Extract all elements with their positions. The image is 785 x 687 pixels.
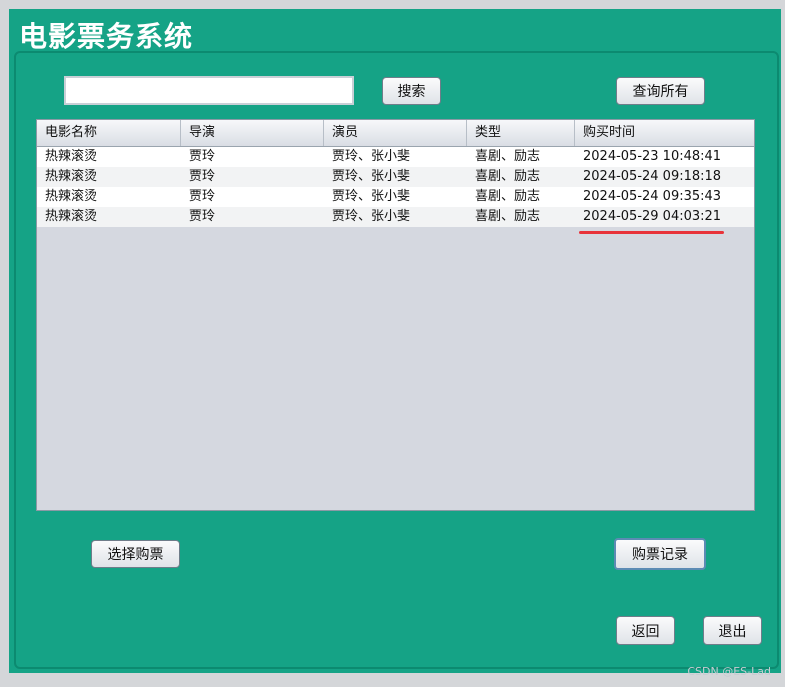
cell-actors: 贾玲、张小斐 <box>332 169 411 184</box>
table-row[interactable]: 热辣滚烫 贾玲 贾玲、张小斐 喜剧、励志 2024-05-29 04:03:21 <box>37 207 754 227</box>
cell-director: 贾玲 <box>189 149 216 164</box>
column-header-purchase-time[interactable]: 购买时间 <box>575 120 754 146</box>
cell-purchase-time: 2024-05-29 04:03:21 <box>583 209 722 224</box>
cell-genre: 喜剧、励志 <box>475 189 541 204</box>
cell-purchase-time: 2024-05-23 10:48:41 <box>583 149 722 164</box>
column-header-director[interactable]: 导演 <box>181 120 324 146</box>
cell-purchase-time: 2024-05-24 09:35:43 <box>583 189 722 204</box>
cell-genre: 喜剧、励志 <box>475 169 541 184</box>
back-button[interactable]: 返回 <box>616 616 675 645</box>
cell-genre: 喜剧、励志 <box>475 209 541 224</box>
cell-movie-name: 热辣滚烫 <box>45 169 98 184</box>
cell-movie-name: 热辣滚烫 <box>45 209 98 224</box>
purchase-history-button[interactable]: 购票记录 <box>614 538 706 570</box>
cell-actors: 贾玲、张小斐 <box>332 149 411 164</box>
table-row[interactable]: 热辣滚烫 贾玲 贾玲、张小斐 喜剧、励志 2024-05-24 09:35:43 <box>37 187 754 207</box>
exit-button[interactable]: 退出 <box>703 616 762 645</box>
cell-director: 贾玲 <box>189 209 216 224</box>
watermark: CSDN @ES-Lad <box>687 665 771 678</box>
table-body: 热辣滚烫 贾玲 贾玲、张小斐 喜剧、励志 2024-05-23 10:48:41… <box>37 147 754 227</box>
cell-director: 贾玲 <box>189 169 216 184</box>
cell-movie-name: 热辣滚烫 <box>45 149 98 164</box>
select-ticket-button[interactable]: 选择购票 <box>91 540 180 568</box>
app-title: 电影票务系统 <box>19 20 194 53</box>
query-all-button[interactable]: 查询所有 <box>616 77 705 105</box>
table-header: 电影名称 导演 演员 类型 购买时间 <box>37 120 754 147</box>
cell-purchase-time: 2024-05-24 09:18:18 <box>583 169 722 184</box>
cell-director: 贾玲 <box>189 189 216 204</box>
red-underline-annotation <box>579 231 724 234</box>
ticket-table[interactable]: 电影名称 导演 演员 类型 购买时间 热辣滚烫 贾玲 贾玲、张小斐 喜剧、励志 … <box>36 119 755 511</box>
cell-actors: 贾玲、张小斐 <box>332 209 411 224</box>
search-button[interactable]: 搜索 <box>382 77 441 105</box>
cell-actors: 贾玲、张小斐 <box>332 189 411 204</box>
search-input[interactable] <box>64 76 354 105</box>
cell-movie-name: 热辣滚烫 <box>45 189 98 204</box>
cell-genre: 喜剧、励志 <box>475 149 541 164</box>
column-header-actors[interactable]: 演员 <box>324 120 467 146</box>
column-header-genre[interactable]: 类型 <box>467 120 575 146</box>
column-header-movie-name[interactable]: 电影名称 <box>37 120 181 146</box>
table-row[interactable]: 热辣滚烫 贾玲 贾玲、张小斐 喜剧、励志 2024-05-24 09:18:18 <box>37 167 754 187</box>
table-row[interactable]: 热辣滚烫 贾玲 贾玲、张小斐 喜剧、励志 2024-05-23 10:48:41 <box>37 147 754 167</box>
